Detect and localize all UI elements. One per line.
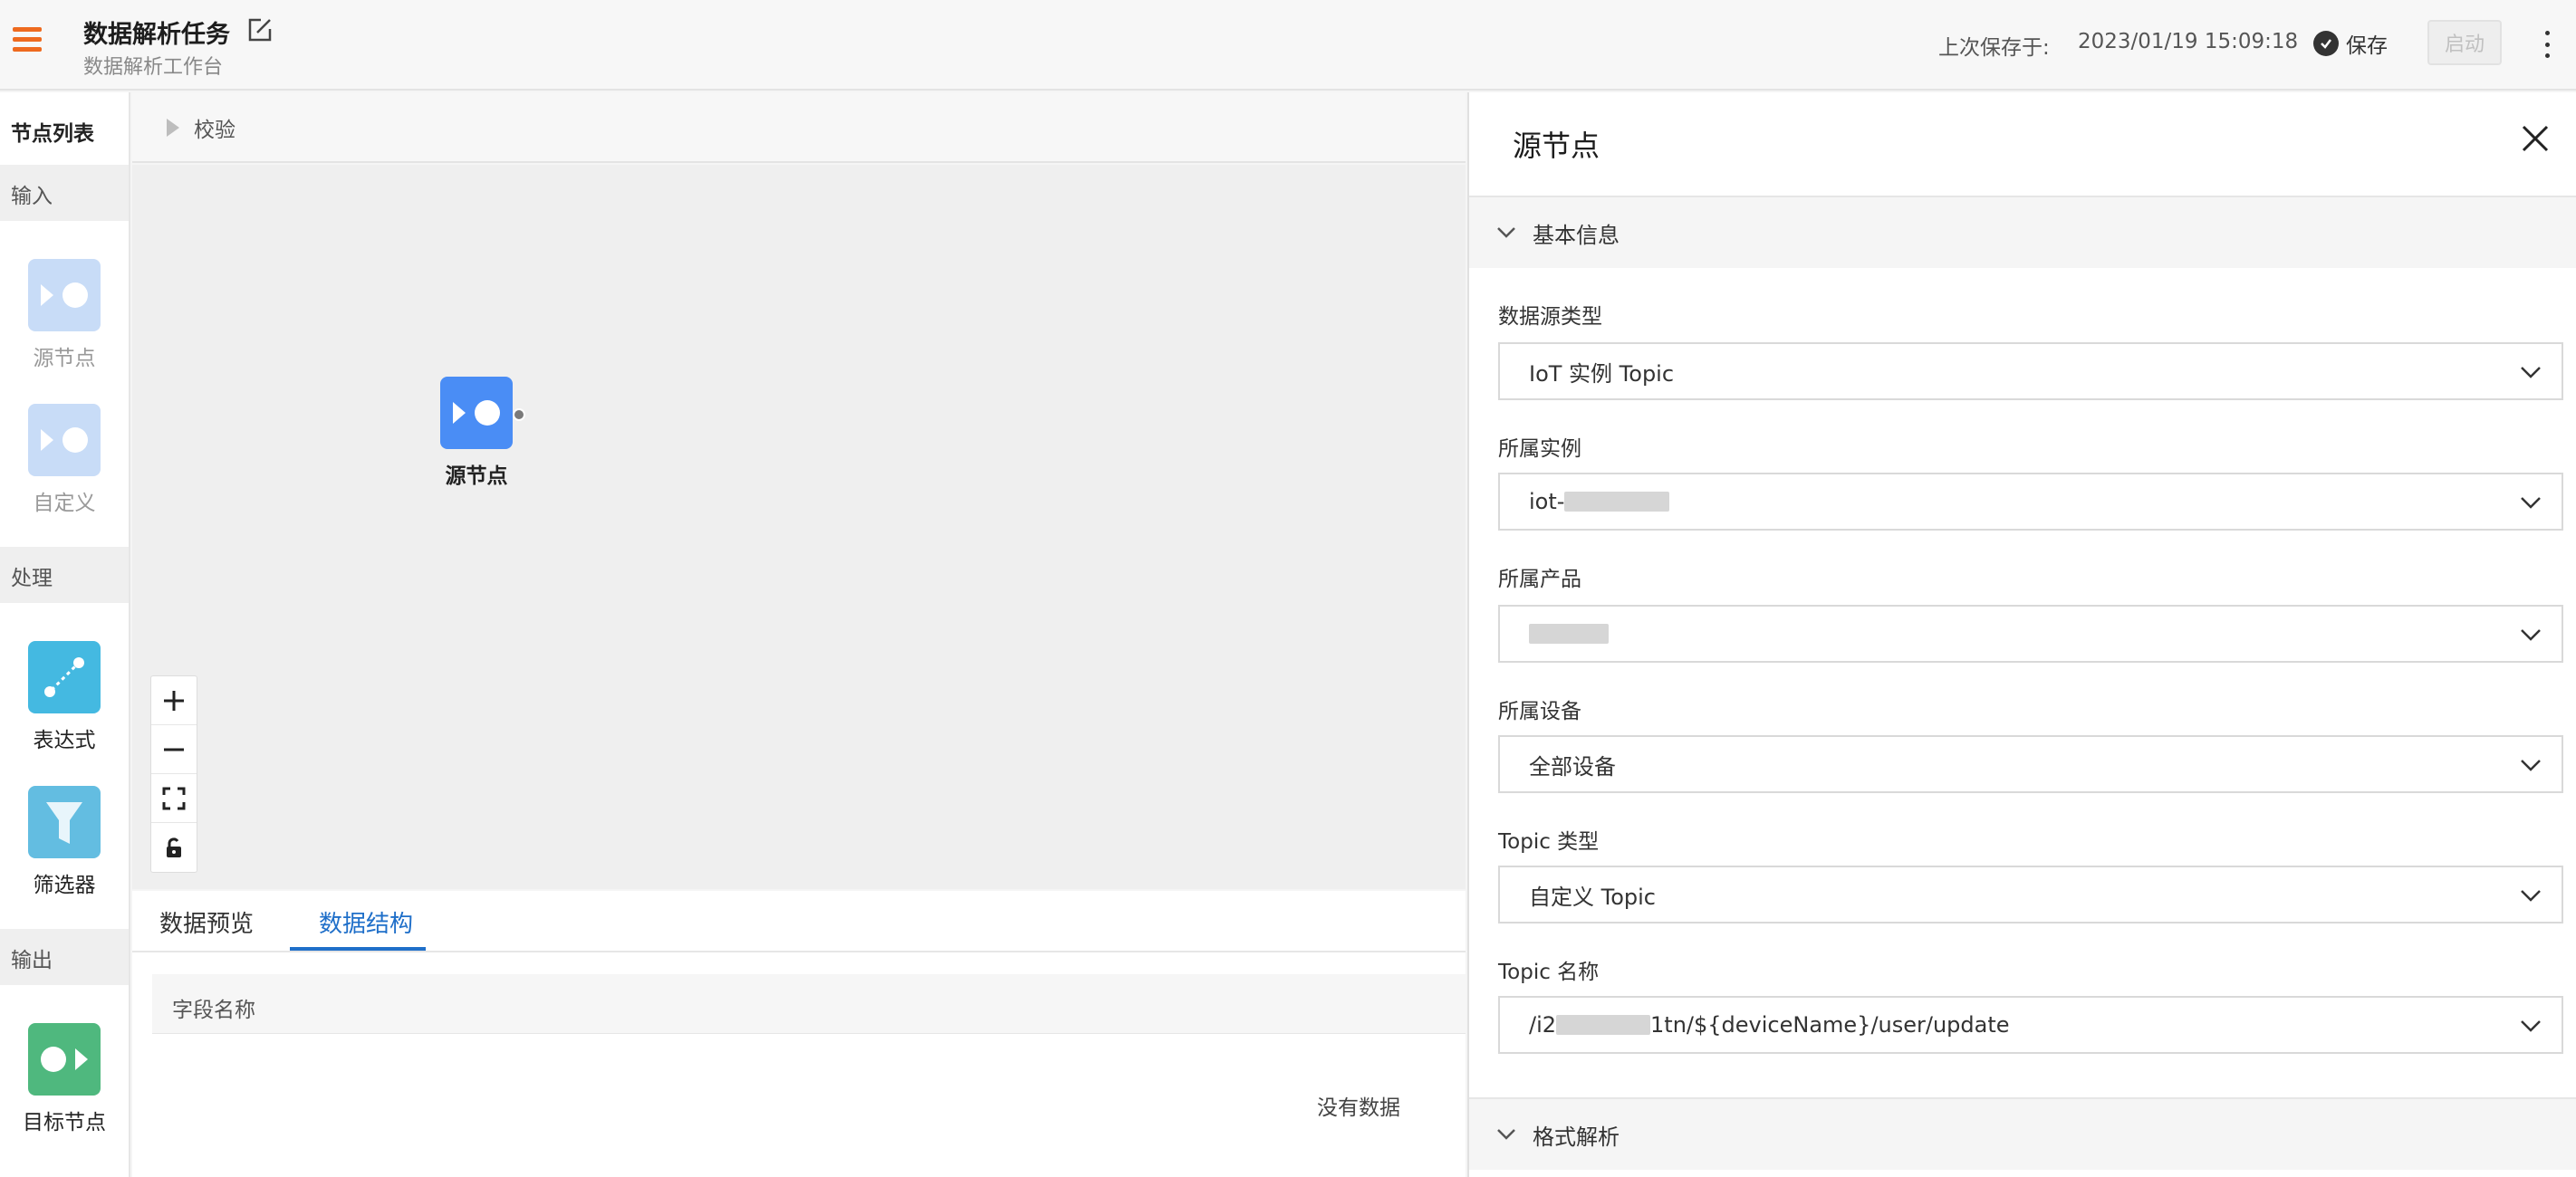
chevron-down-icon bbox=[2521, 890, 2541, 902]
device-value: 全部设备 bbox=[1529, 753, 1616, 780]
canvas-node-label: 源节点 bbox=[445, 464, 508, 488]
source-node-icon bbox=[440, 377, 513, 449]
target-node-icon bbox=[28, 1023, 101, 1096]
zoom-in-icon[interactable] bbox=[151, 676, 197, 725]
chevron-down-icon bbox=[1497, 1129, 1515, 1140]
chevron-down-icon bbox=[1497, 227, 1515, 238]
canvas-source-node[interactable]: 源节点 bbox=[440, 377, 513, 489]
topic-name-suffix: 1tn/${deviceName}/user/update bbox=[1650, 1012, 2010, 1038]
chevron-down-icon bbox=[2521, 367, 2541, 378]
section-input: 输入 bbox=[0, 165, 129, 221]
redacted-text bbox=[1556, 1015, 1651, 1035]
product-label: 所属产品 bbox=[1498, 568, 1581, 591]
page-subtitle: 数据解析工作台 bbox=[83, 56, 224, 79]
device-select[interactable]: 全部设备 bbox=[1498, 735, 2563, 793]
data-bottom-panel: 数据预览 数据结构 字段名称 没有数据 bbox=[132, 891, 1466, 1177]
section-process: 处理 bbox=[0, 547, 129, 603]
validate-label: 校验 bbox=[194, 119, 235, 142]
product-select[interactable] bbox=[1498, 605, 2563, 663]
filter-node-icon bbox=[28, 786, 101, 858]
topic-type-select[interactable]: 自定义 Topic bbox=[1498, 866, 2563, 923]
sidebar-node-label: 源节点 bbox=[33, 347, 96, 370]
sidebar-node-label: 目标节点 bbox=[23, 1111, 106, 1134]
last-saved-time: 2023/01/19 15:09:18 bbox=[2078, 30, 2299, 53]
sidebar-node-expression[interactable]: 表达式 bbox=[0, 641, 129, 753]
node-list-title: 节点列表 bbox=[11, 122, 94, 146]
flow-canvas[interactable]: 源节点 bbox=[132, 165, 1466, 889]
bottom-tabs: 数据预览 数据结构 bbox=[132, 891, 1466, 952]
last-saved-label: 上次保存于: bbox=[1938, 36, 2050, 60]
instance-select[interactable]: iot- bbox=[1498, 473, 2563, 531]
custom-node-icon bbox=[28, 404, 101, 476]
check-circle-icon bbox=[2313, 31, 2339, 56]
section-basic-info-label: 基本信息 bbox=[1533, 222, 1620, 248]
section-basic-info[interactable]: 基本信息 bbox=[1469, 196, 2576, 268]
topic-name-label: Topic 名称 bbox=[1498, 961, 1600, 984]
chevron-down-icon bbox=[2521, 497, 2541, 509]
sidebar-node-target[interactable]: 目标节点 bbox=[0, 1023, 129, 1135]
chevron-down-icon bbox=[2521, 760, 2541, 771]
sidebar-node-label: 自定义 bbox=[33, 492, 96, 515]
source-type-label: 数据源类型 bbox=[1498, 305, 1602, 329]
redacted-text bbox=[1529, 624, 1609, 644]
validate-button[interactable]: 校验 bbox=[165, 112, 235, 143]
section-output: 输出 bbox=[0, 929, 129, 985]
fit-screen-icon[interactable] bbox=[151, 774, 197, 823]
lock-icon[interactable] bbox=[151, 823, 197, 872]
save-button-label: 保存 bbox=[2346, 34, 2388, 58]
chevron-down-icon bbox=[2521, 629, 2541, 641]
canvas-toolbar: 校验 bbox=[132, 92, 1466, 163]
source-type-select[interactable]: IoT 实例 Topic bbox=[1498, 342, 2563, 400]
instance-label: 所属实例 bbox=[1498, 437, 1581, 461]
sidebar-node-filter[interactable]: 筛选器 bbox=[0, 786, 129, 898]
chevron-down-icon bbox=[2521, 1020, 2541, 1032]
topic-name-select[interactable]: /i2 1tn/${deviceName}/user/update bbox=[1498, 996, 2563, 1054]
play-icon bbox=[167, 119, 179, 137]
sidebar-node-source[interactable]: 源节点 bbox=[0, 259, 129, 371]
save-button[interactable]: 保存 bbox=[2313, 27, 2388, 60]
section-format-parsing-label: 格式解析 bbox=[1533, 1124, 1620, 1150]
source-type-value: IoT 实例 Topic bbox=[1529, 360, 1675, 387]
zoom-toolbar bbox=[150, 675, 197, 873]
empty-state-text: 没有数据 bbox=[1317, 1096, 1400, 1120]
topic-type-label: Topic 类型 bbox=[1498, 830, 1600, 854]
sidebar-node-label: 表达式 bbox=[33, 729, 96, 752]
zoom-out-icon[interactable] bbox=[151, 725, 197, 774]
edit-title-icon[interactable] bbox=[245, 14, 275, 45]
section-format-parsing[interactable]: 格式解析 bbox=[1469, 1097, 2576, 1170]
output-port[interactable] bbox=[513, 408, 525, 421]
node-list-sidebar: 节点列表 输入 源节点 自定义 处理 表达式 筛选器 输出 目标节点 bbox=[0, 92, 130, 1177]
tab-data-preview[interactable]: 数据预览 bbox=[159, 905, 254, 939]
sidebar-node-label: 筛选器 bbox=[33, 874, 96, 897]
node-properties-panel: 源节点 基本信息 数据源类型 IoT 实例 Topic 所属实例 iot- 所属… bbox=[1467, 92, 2576, 1177]
table-header-field-name: 字段名称 bbox=[152, 974, 1466, 1034]
sidebar-node-custom[interactable]: 自定义 bbox=[0, 404, 129, 516]
page-title: 数据解析任务 bbox=[83, 21, 230, 49]
tab-data-structure[interactable]: 数据结构 bbox=[319, 905, 413, 939]
source-node-icon bbox=[28, 259, 101, 331]
menu-icon[interactable] bbox=[13, 27, 42, 53]
start-button[interactable]: 启动 bbox=[2427, 20, 2502, 65]
panel-title: 源节点 bbox=[1513, 129, 1600, 163]
redacted-text bbox=[1564, 492, 1670, 512]
top-header: 数据解析任务 数据解析工作台 上次保存于: 2023/01/19 15:09:1… bbox=[0, 0, 2576, 91]
device-label: 所属设备 bbox=[1498, 700, 1581, 723]
expression-node-icon bbox=[28, 641, 101, 713]
topic-name-prefix: /i2 bbox=[1529, 1012, 1557, 1038]
more-options-icon[interactable] bbox=[2536, 27, 2558, 62]
topic-type-value: 自定义 Topic bbox=[1529, 884, 1656, 910]
active-tab-indicator bbox=[290, 947, 426, 951]
close-icon[interactable] bbox=[2520, 123, 2551, 154]
instance-value: iot- bbox=[1529, 489, 1565, 514]
